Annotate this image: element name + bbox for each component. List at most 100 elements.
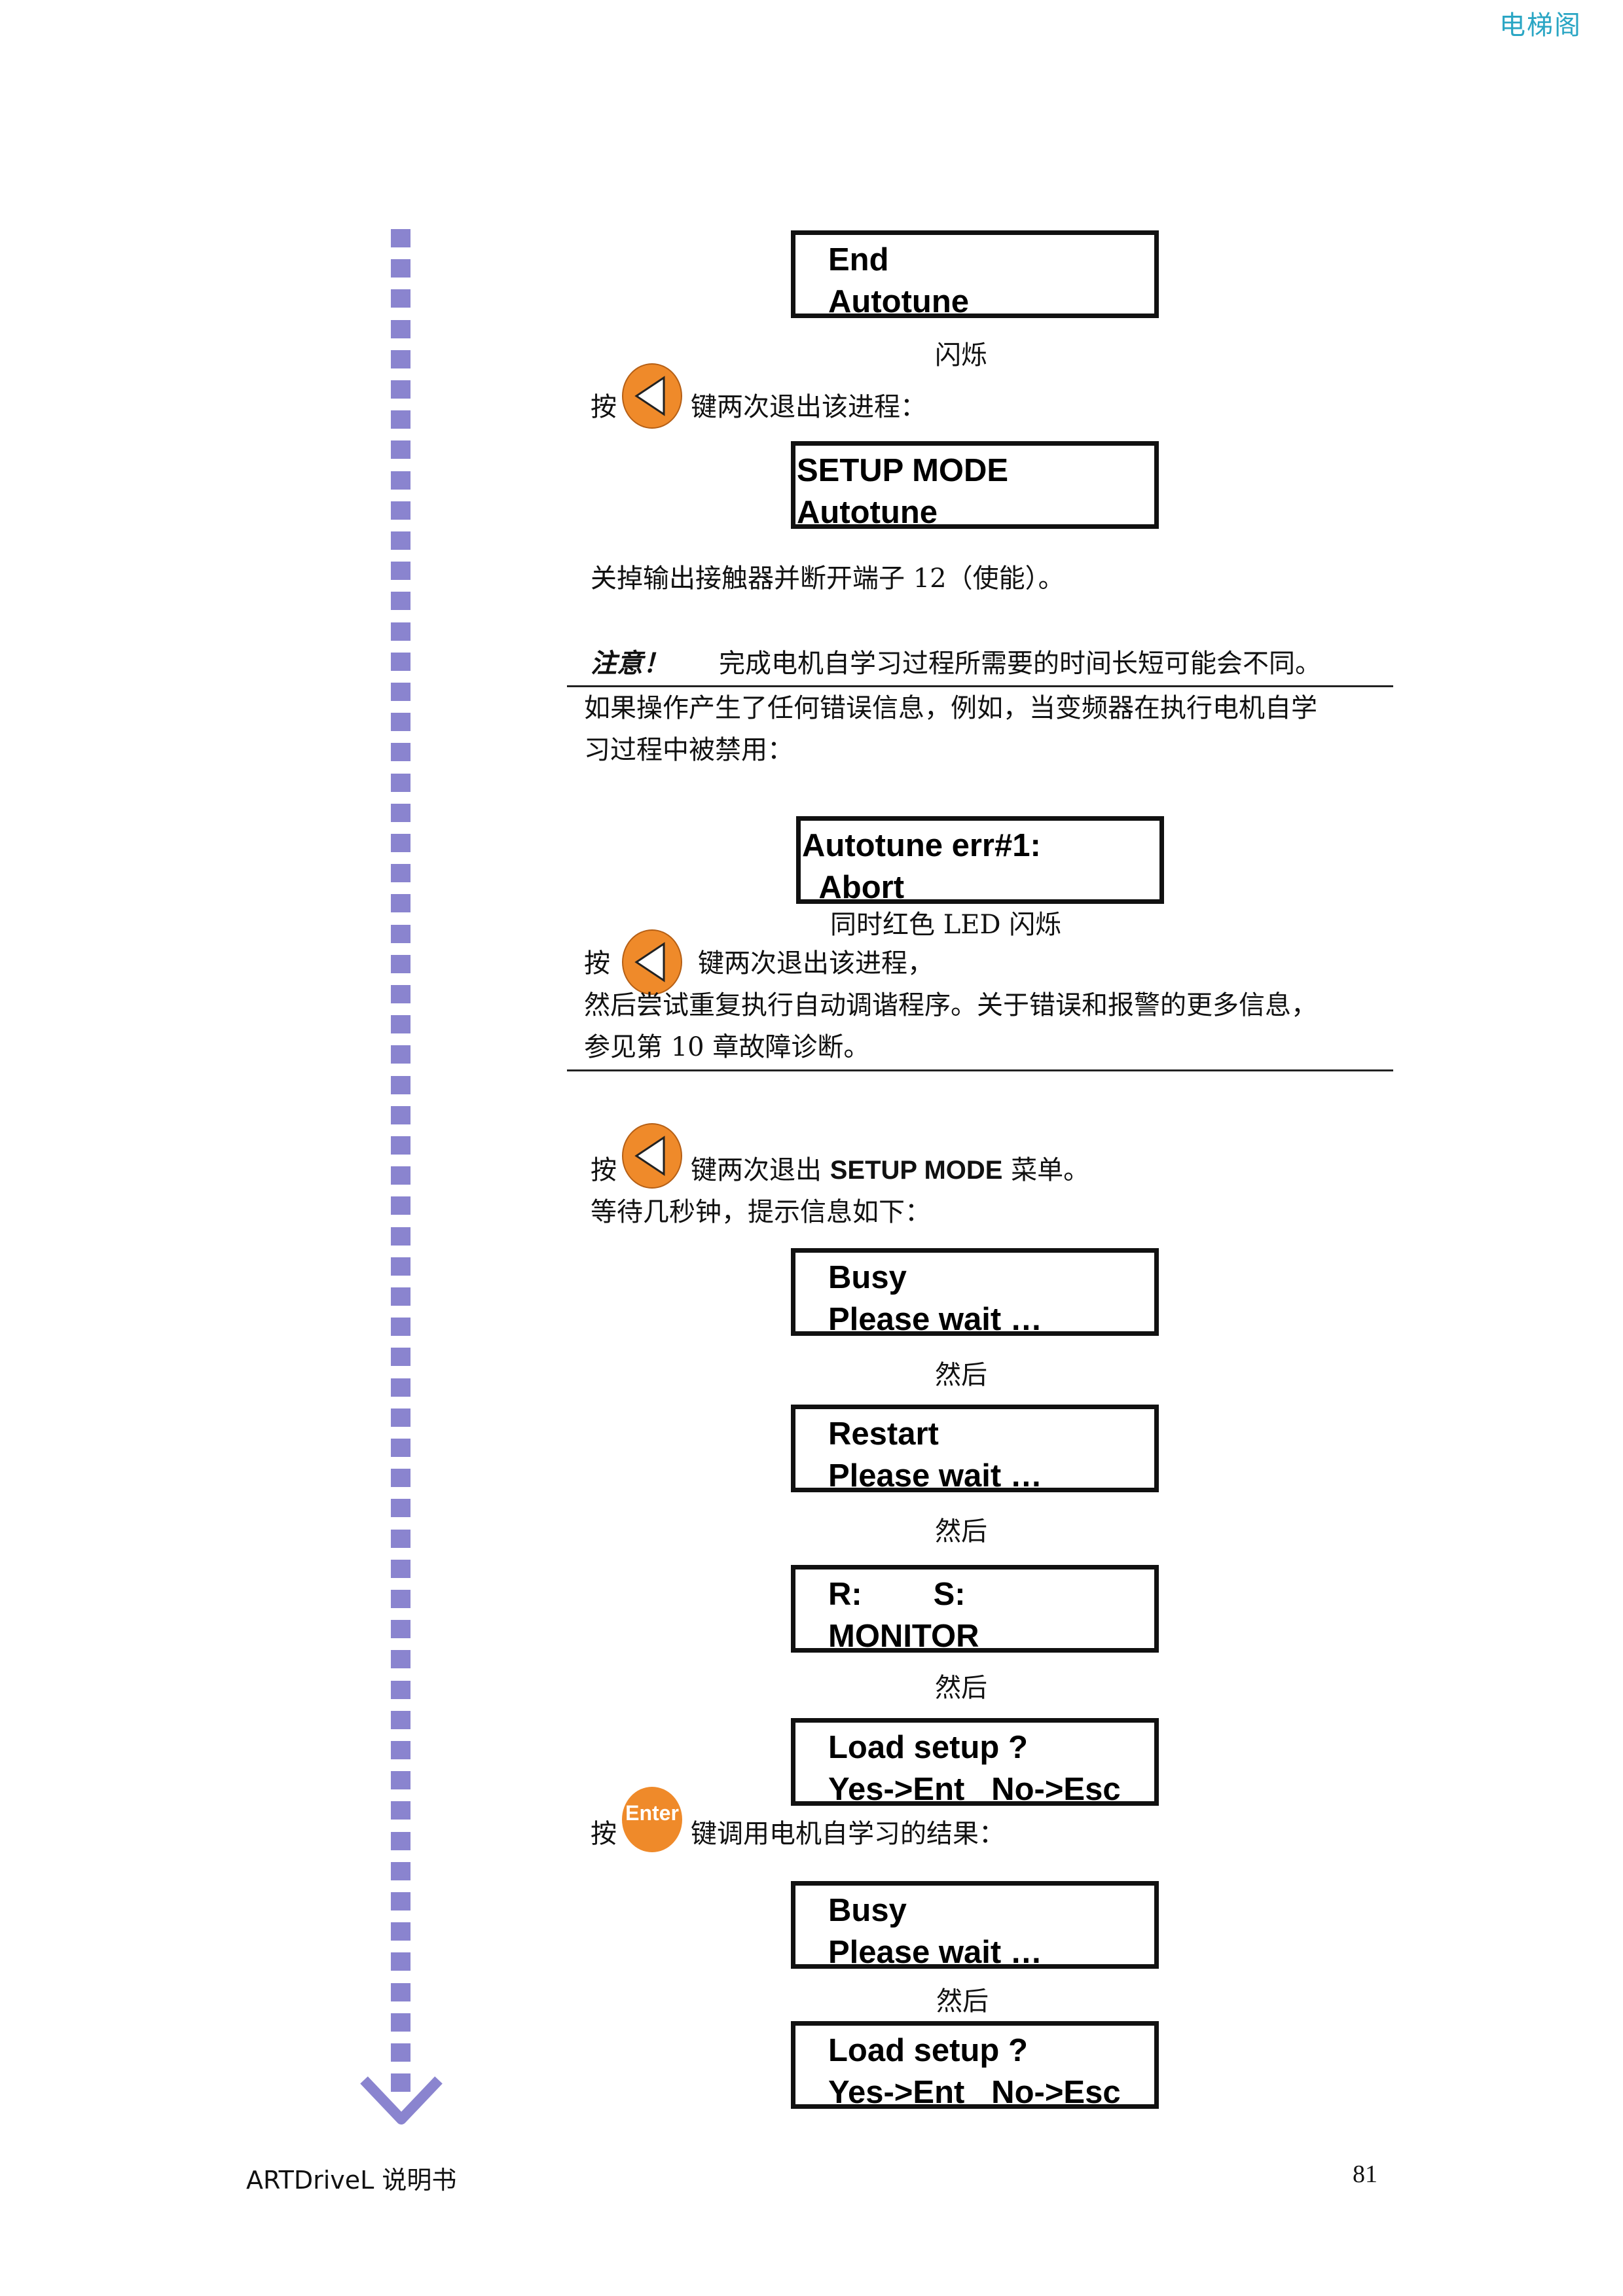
lcd-line-2: Please wait … [828, 1302, 1042, 1337]
flow-dash [391, 1075, 410, 1094]
instruction-press-left-3: 按 [591, 1155, 617, 1185]
flow-dash [391, 1801, 410, 1820]
flow-dash [391, 1105, 410, 1124]
instruction-contactor: 关掉输出接触器并断开端子 12（使能）。 [591, 564, 1065, 594]
flow-dash [391, 229, 410, 247]
lcd-display-restart: Restart Please wait … [791, 1405, 1159, 1494]
flow-dash [391, 2013, 410, 2032]
flow-dash [391, 1529, 410, 1548]
lcd-line-1: Autotune err#1: [802, 828, 1041, 863]
flow-dash [391, 864, 410, 883]
divider-bottom [567, 1069, 1393, 1071]
note-body-line-2: 习过程中被禁用： [584, 735, 793, 765]
flow-dash [391, 1348, 410, 1367]
flow-dash [391, 1408, 410, 1427]
flow-dash [391, 592, 410, 611]
flow-dash [391, 319, 410, 338]
enter-key-icon: Enter [622, 1787, 682, 1852]
flow-dash [391, 1982, 410, 2001]
flow-dash [391, 1469, 410, 1488]
flow-dash [391, 1166, 410, 1185]
text-menu: 菜单。 [1002, 1155, 1090, 1185]
flow-dash [391, 1741, 410, 1759]
flow-dash [391, 683, 410, 701]
lcd-line-1: Busy [828, 1893, 907, 1928]
flow-dash [391, 289, 410, 308]
flow-dash [391, 1227, 410, 1246]
instruction-press-left-1-suffix: 键两次退出该进程： [691, 392, 926, 422]
page-number: 81 [1353, 2161, 1377, 2188]
instruction-press-left-1: 按 [591, 386, 617, 428]
lcd-line-1: R: S: [828, 1577, 966, 1612]
flow-dash [391, 1136, 410, 1155]
lcd-line-1: Load setup ? [828, 2033, 1028, 2068]
instruction-press-enter-suffix: 键调用电机自学习的结果： [691, 1819, 1005, 1849]
lcd-line-2: Yes->Ent No->Esc [828, 1772, 1121, 1807]
text-setup-mode: SETUP MODE [830, 1156, 1003, 1185]
caption-then: 然后 [935, 1673, 987, 1703]
text-prefix: 按 [591, 392, 617, 422]
lcd-line-2: Please wait … [828, 1458, 1042, 1494]
note-body-line-1: 如果操作产生了任何错误信息，例如，当变频器在执行电机自学 [584, 693, 1317, 723]
flow-dash [391, 501, 410, 520]
flow-dash [391, 1287, 410, 1306]
lcd-display-load-setup: Load setup ? Yes->Ent No->Esc [791, 2021, 1159, 2110]
flow-dash [391, 1831, 410, 1850]
flow-dash [391, 259, 410, 278]
flow-dash [391, 773, 410, 792]
left-arrow-key-icon [622, 1123, 682, 1189]
flow-dash [391, 531, 410, 550]
note-heading: 注意！ [591, 643, 669, 685]
instruction-press-left-2: 按 [584, 948, 610, 978]
flow-dash [391, 803, 410, 822]
flow-dash [391, 1559, 410, 1578]
flow-dash [391, 1922, 410, 1941]
flow-dash [391, 471, 410, 490]
left-arrow-key-icon [622, 363, 682, 429]
note-text: 完成电机自学习过程所需要的时间长短可能会不同。 [719, 649, 1321, 679]
brand-watermark: 电梯阁 [1499, 10, 1582, 41]
flow-dash [391, 1861, 410, 1880]
flow-dash [391, 1499, 410, 1518]
flow-dash [391, 2043, 410, 2062]
flow-dash [391, 350, 410, 368]
flow-dash [391, 1650, 410, 1669]
flow-dash [391, 1710, 410, 1729]
flow-dash [391, 622, 410, 641]
lcd-display-busy: Busy Please wait … [791, 1881, 1159, 1970]
flow-dash [391, 562, 410, 581]
flow-dash [391, 1257, 410, 1276]
lcd-display-monitor: R: S: MONITOR [791, 1565, 1159, 1654]
flow-dash [391, 1378, 410, 1397]
caption-then: 然后 [936, 1986, 989, 2017]
flow-dash [391, 713, 410, 732]
flow-dash [391, 1590, 410, 1608]
flow-dash [391, 1680, 410, 1699]
lcd-display-end-autotune: End Autotune [791, 230, 1159, 319]
lcd-line-1: Busy [828, 1260, 907, 1295]
flow-dash [391, 1318, 410, 1336]
wait-text: 等待几秒钟，提示信息如下： [591, 1197, 931, 1227]
lcd-line-1: Load setup ? [828, 1730, 1028, 1765]
lcd-line-2: Yes->Ent No->Esc [828, 2075, 1121, 2110]
flow-dash [391, 1771, 410, 1790]
flow-dash [391, 652, 410, 671]
lcd-line-1: End [828, 242, 889, 278]
retry-line-2: 参见第 10 章故障诊断。 [584, 1032, 870, 1062]
flow-dash [391, 440, 410, 459]
lcd-line-2: MONITOR [828, 1619, 979, 1654]
lcd-line-1: SETUP MODE [797, 453, 1009, 488]
lcd-line-2: Autotune [828, 284, 969, 319]
flow-dash [391, 1439, 410, 1457]
flow-dash [391, 1952, 410, 1971]
lcd-display-load-setup: Load setup ? Yes->Ent No->Esc [791, 1718, 1159, 1807]
dashed-down-arrow-icon [391, 229, 410, 2101]
flow-dash [391, 985, 410, 1003]
lcd-line-2: Abort [802, 870, 905, 905]
text-exit: 键两次退出 [691, 1155, 830, 1185]
lcd-line-2: Autotune [797, 495, 938, 530]
flow-dash [391, 894, 410, 913]
instruction-press-left-3-suffix: 键两次退出 SETUP MODE 菜单。 [691, 1149, 1089, 1191]
flow-dash [391, 924, 410, 943]
lcd-line-2: Please wait … [828, 1935, 1042, 1970]
